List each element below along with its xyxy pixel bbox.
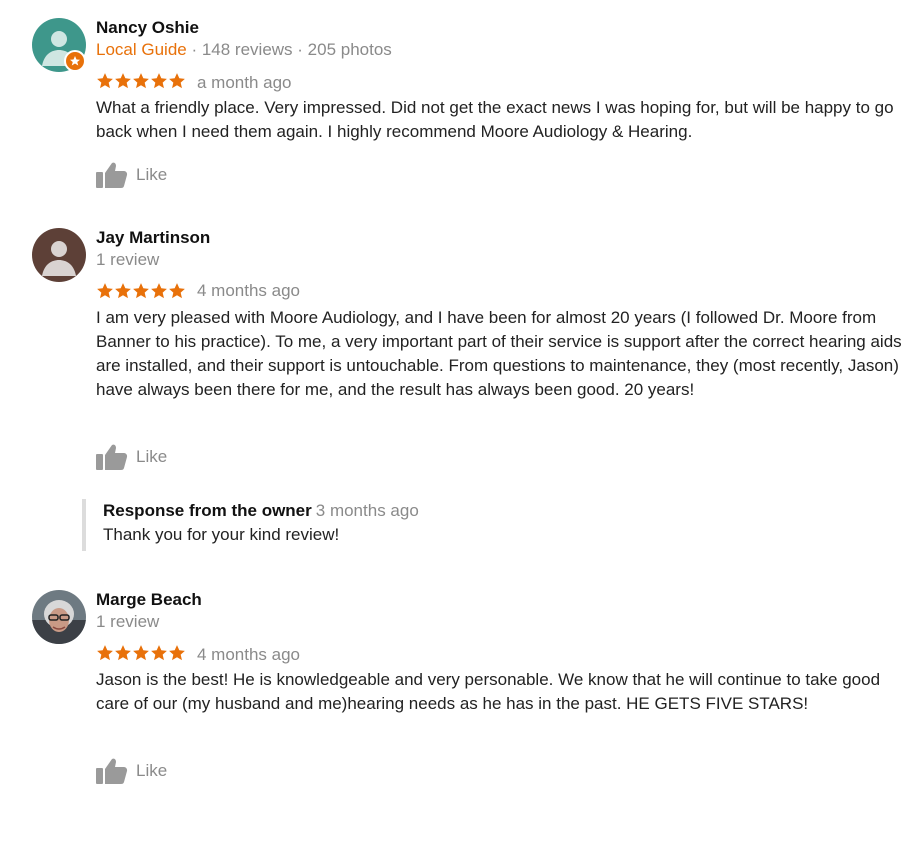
star-icon bbox=[133, 645, 149, 661]
profile-photo bbox=[32, 590, 86, 644]
star-icon bbox=[169, 73, 185, 89]
star-icon bbox=[115, 645, 131, 661]
thumbs-up-icon bbox=[96, 758, 128, 784]
review-date: 4 months ago bbox=[197, 281, 301, 300]
star-rating bbox=[96, 281, 186, 301]
like-label: Like bbox=[136, 165, 168, 184]
owner-response-title: Response from the owner bbox=[103, 501, 312, 520]
thumbs-up-icon bbox=[96, 444, 128, 470]
reviewer-meta: Local Guide · 148 reviews · 205 photos bbox=[96, 40, 392, 60]
star-icon bbox=[97, 73, 113, 89]
like-button[interactable]: Like bbox=[96, 161, 167, 189]
like-button[interactable]: Like bbox=[96, 757, 167, 785]
local-guide-badge-icon bbox=[64, 50, 86, 72]
review-date: 4 months ago bbox=[197, 645, 301, 664]
star-icon bbox=[169, 283, 185, 299]
reviewer-name[interactable]: Nancy Oshie bbox=[96, 18, 199, 38]
reviewer-stats: · 148 reviews · 205 photos bbox=[186, 40, 392, 59]
user-avatar[interactable] bbox=[32, 228, 86, 282]
owner-response-date: 3 months ago bbox=[315, 501, 419, 520]
person-avatar-icon bbox=[32, 228, 86, 282]
reviewer-name[interactable]: Marge Beach bbox=[96, 590, 202, 610]
like-label: Like bbox=[136, 761, 168, 780]
reviewer-stats: 1 review bbox=[96, 250, 160, 269]
review-text: I am very pleased with Moore Audiology, … bbox=[96, 308, 902, 399]
star-icon bbox=[97, 283, 113, 299]
star-icon bbox=[151, 645, 167, 661]
star-icon bbox=[133, 283, 149, 299]
reviewer-name[interactable]: Jay Martinson bbox=[96, 228, 210, 248]
thumbs-up-icon bbox=[96, 162, 128, 188]
star-rating bbox=[96, 71, 186, 91]
owner-response: Response from the owner 3 months ago Than… bbox=[82, 499, 882, 551]
owner-response-text: Thank you for your kind review! bbox=[103, 525, 340, 544]
user-avatar[interactable] bbox=[32, 590, 86, 644]
star-icon bbox=[151, 73, 167, 89]
star-rating bbox=[96, 643, 186, 663]
star-icon bbox=[115, 283, 131, 299]
like-button[interactable]: Like bbox=[96, 443, 167, 471]
review-date: a month ago bbox=[197, 73, 292, 92]
star-icon bbox=[115, 73, 131, 89]
star-icon bbox=[133, 73, 149, 89]
star-icon bbox=[169, 645, 185, 661]
star-icon bbox=[97, 645, 113, 661]
like-label: Like bbox=[136, 447, 168, 466]
review-text: What a friendly place. Very impressed. D… bbox=[96, 98, 894, 141]
reviewer-stats: 1 review bbox=[96, 612, 160, 631]
review-text: Jason is the best! He is knowledgeable a… bbox=[96, 670, 881, 713]
star-icon bbox=[151, 283, 167, 299]
local-guide-label[interactable]: Local Guide bbox=[96, 40, 187, 59]
